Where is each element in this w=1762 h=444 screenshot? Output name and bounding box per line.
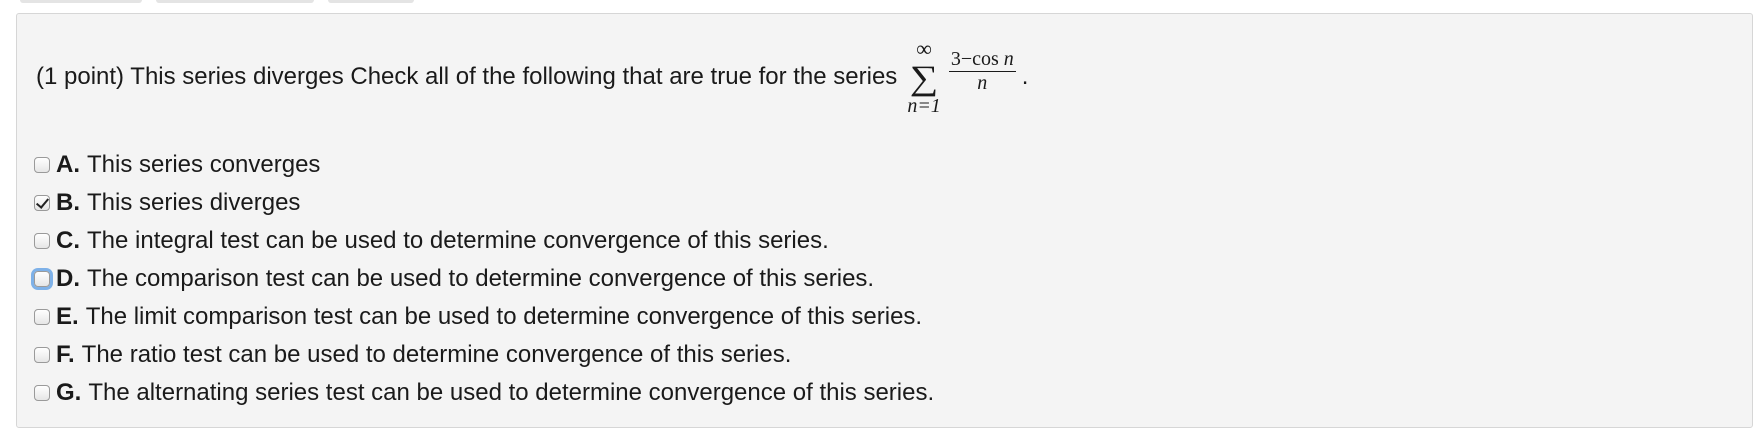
question-prefix: (1 point) This series diverges Check all… bbox=[36, 62, 898, 90]
option-text: This series converges bbox=[87, 151, 321, 178]
option-letter: E. bbox=[56, 303, 79, 330]
sigma-symbol: ∑ bbox=[909, 57, 939, 97]
question-suffix: . bbox=[1021, 62, 1029, 90]
option-text: The limit comparison test can be used to… bbox=[85, 303, 923, 330]
numerator-variable: n bbox=[1003, 48, 1014, 70]
top-tabs bbox=[20, 0, 414, 3]
numerator-text: 3−cos bbox=[950, 48, 1004, 70]
option-letter: B. bbox=[56, 189, 80, 216]
option-letter: F. bbox=[56, 341, 75, 368]
checkbox-c[interactable] bbox=[34, 233, 50, 249]
checkbox-e[interactable] bbox=[34, 309, 50, 325]
options-list: A. This series converges B. This series … bbox=[34, 146, 934, 412]
option-text: This series diverges bbox=[87, 189, 301, 216]
sum-lower-limit: n=1 bbox=[907, 94, 941, 117]
option-e[interactable]: E. The limit comparison test can be used… bbox=[34, 298, 934, 336]
summation: ∞ ∑ n=1 bbox=[907, 35, 941, 117]
checkbox-d[interactable] bbox=[34, 271, 50, 287]
checkbox-b[interactable] bbox=[34, 195, 50, 211]
question-text: (1 point) This series diverges Check all… bbox=[36, 35, 1029, 117]
option-letter: G. bbox=[56, 379, 82, 406]
option-text: The alternating series test can be used … bbox=[88, 379, 935, 406]
option-a[interactable]: A. This series converges bbox=[34, 146, 934, 184]
option-c[interactable]: C. The integral test can be used to dete… bbox=[34, 222, 934, 260]
option-text: The integral test can be used to determi… bbox=[87, 227, 829, 254]
option-text: The comparison test can be used to deter… bbox=[87, 265, 875, 292]
fraction-denominator: n bbox=[977, 72, 988, 94]
top-tab[interactable] bbox=[20, 0, 142, 3]
option-letter: A. bbox=[56, 151, 80, 178]
option-d[interactable]: D. The comparison test can be used to de… bbox=[34, 260, 934, 298]
option-text: The ratio test can be used to determine … bbox=[81, 341, 792, 368]
option-f[interactable]: F. The ratio test can be used to determi… bbox=[34, 336, 934, 374]
series-term: 3−cos n n bbox=[948, 48, 1016, 95]
problem-box: (1 point) This series diverges Check all… bbox=[16, 13, 1753, 428]
option-b[interactable]: B. This series diverges bbox=[34, 184, 934, 222]
checkbox-a[interactable] bbox=[34, 157, 50, 173]
top-tab[interactable] bbox=[328, 0, 414, 3]
sum-upper-limit: ∞ bbox=[916, 35, 932, 61]
option-g[interactable]: G. The alternating series test can be us… bbox=[34, 374, 934, 412]
fraction-numerator: 3−cos n bbox=[948, 48, 1016, 72]
option-letter: D. bbox=[56, 265, 80, 292]
checkbox-f[interactable] bbox=[34, 347, 50, 363]
top-tab[interactable] bbox=[156, 0, 314, 3]
checkbox-g[interactable] bbox=[34, 385, 50, 401]
option-letter: C. bbox=[56, 227, 80, 254]
